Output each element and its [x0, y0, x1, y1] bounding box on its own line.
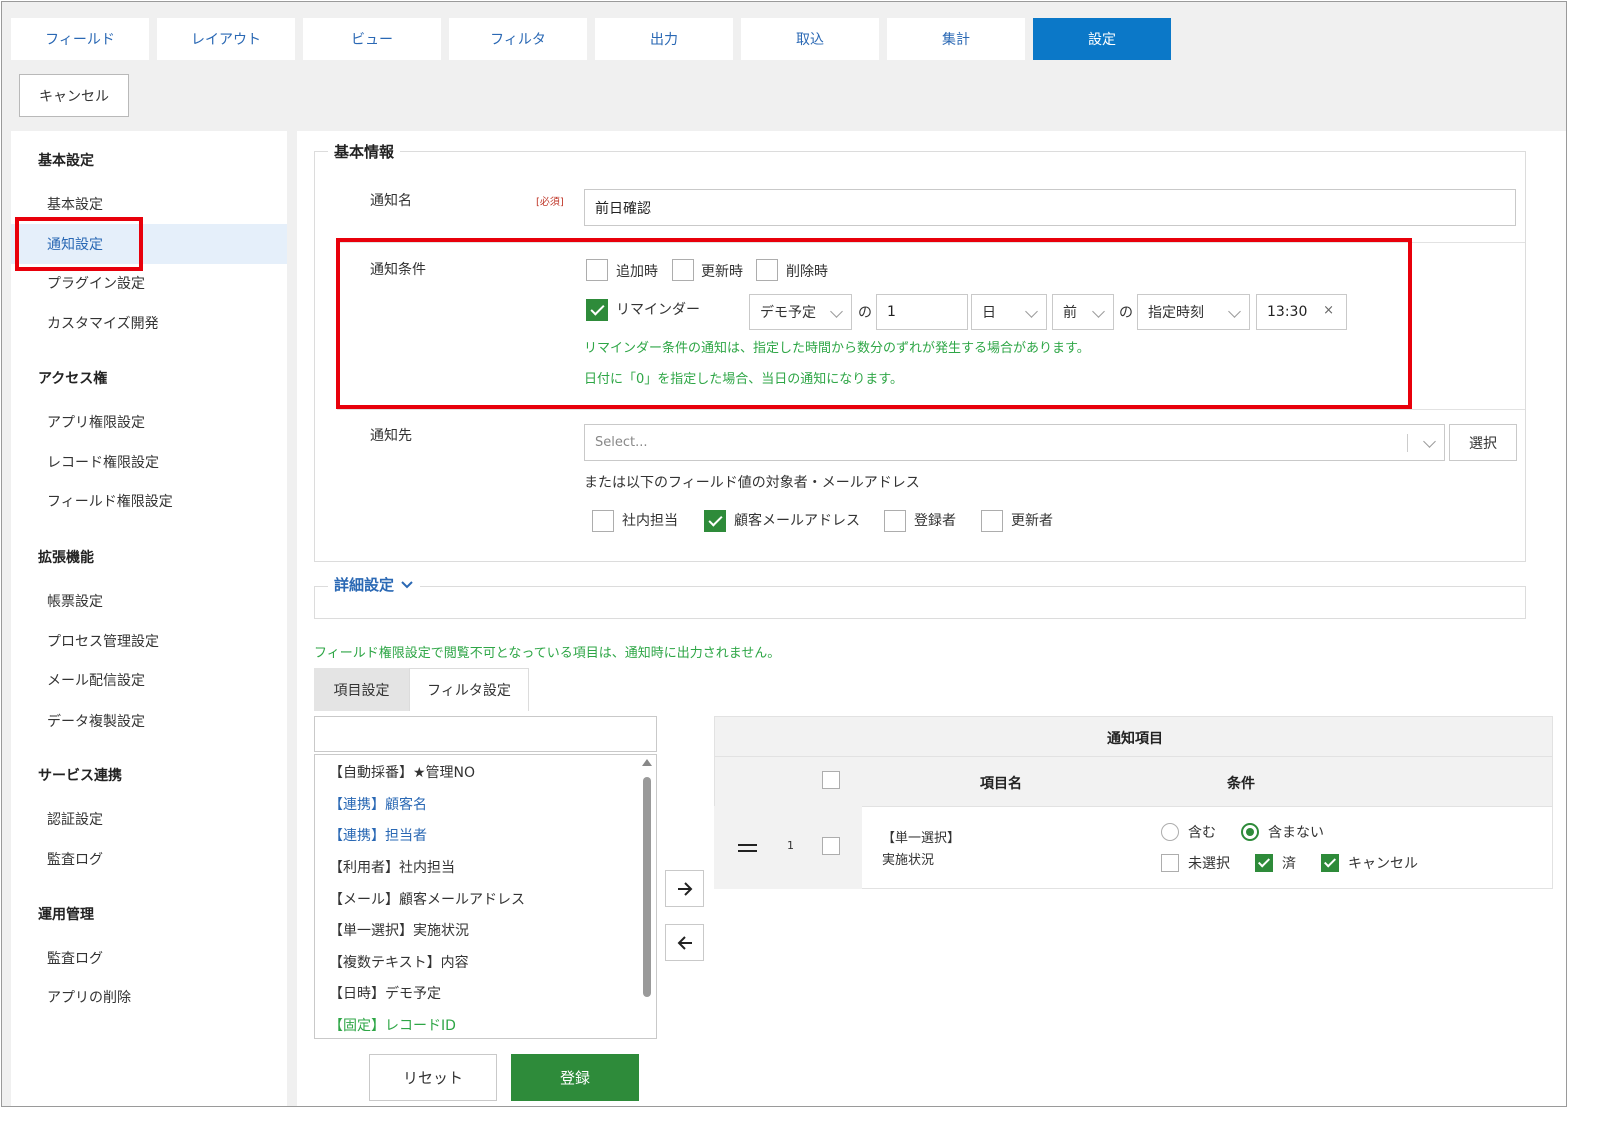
arrow-left-icon — [677, 935, 692, 950]
tab-output[interactable]: 出力 — [595, 18, 733, 60]
sidebar-item-auth[interactable]: 認証設定 — [11, 799, 287, 839]
or-field-text: または以下のフィールド値の対象者・メールアドレス — [584, 475, 920, 491]
field-search-input[interactable] — [314, 716, 657, 752]
sidebar-item-app-perm[interactable]: アプリ権限設定 — [11, 402, 287, 442]
destination-placeholder: Select... — [595, 435, 648, 450]
tab-view[interactable]: ビュー — [303, 18, 441, 60]
highlight-sidebar — [15, 217, 143, 271]
basic-info-legend: 基本情報 — [328, 141, 401, 162]
sidebar-item-delete-app[interactable]: アプリの削除 — [11, 977, 287, 1017]
row-number: 1 — [787, 839, 794, 852]
select-button[interactable]: 選択 — [1449, 424, 1517, 461]
dest-updater-label: 更新者 — [1011, 513, 1053, 529]
sidebar-item-record-perm[interactable]: レコード権限設定 — [11, 442, 287, 482]
dest-updater-checkbox[interactable] — [981, 510, 1003, 532]
detail-legend-text: 詳細設定 — [334, 576, 395, 594]
drag-handle-icon[interactable] — [738, 850, 757, 852]
destination-select[interactable]: Select... — [584, 424, 1445, 461]
dest-creator-checkbox[interactable] — [884, 510, 906, 532]
sidebar-item-audit-log-2[interactable]: 監査ログ — [11, 938, 287, 978]
list-item[interactable]: 【連携】担当者 — [329, 825, 427, 845]
sidebar-item-audit-log[interactable]: 監査ログ — [11, 839, 287, 879]
tab-import[interactable]: 取込 — [741, 18, 879, 60]
opt-unselected-label: 未選択 — [1188, 856, 1230, 872]
subtab-filter[interactable]: フィルタ設定 — [409, 668, 529, 711]
subtab-items[interactable]: 項目設定 — [314, 668, 409, 711]
detail-settings-toggle[interactable]: 詳細設定 — [328, 574, 421, 595]
sidebar-item-field-perm[interactable]: フィールド権限設定 — [11, 481, 287, 521]
sidebar-item-mail[interactable]: メール配信設定 — [11, 660, 287, 700]
radio-include-label: 含む — [1188, 825, 1216, 841]
tab-aggregate[interactable]: 集計 — [887, 18, 1025, 60]
scrollbar-thumb[interactable] — [643, 777, 651, 997]
sidebar: 基本設定 基本設定 通知設定 プラグイン設定 カスタマイズ開発 アクセス権 アプ… — [11, 131, 287, 1106]
row-field-type: 【単一選択】 — [882, 831, 961, 846]
sidebar-section-service: サービス連携 — [38, 768, 122, 784]
dest-creator-label: 登録者 — [914, 513, 956, 529]
list-item[interactable]: 【メール】顧客メールアドレス — [329, 889, 525, 909]
select-divider — [1407, 434, 1408, 452]
list-item[interactable]: 【自動採番】★管理NO — [329, 762, 475, 782]
arrow-right-icon — [677, 881, 692, 896]
radio-exclude[interactable] — [1241, 823, 1259, 841]
scroll-up-icon[interactable] — [642, 759, 652, 766]
cancel-button[interactable]: キャンセル — [19, 74, 129, 117]
notify-name-input[interactable]: 前日確認 — [584, 189, 1516, 226]
sidebar-section-operation: 運用管理 — [38, 907, 94, 923]
list-item[interactable]: 【連携】顧客名 — [329, 794, 427, 814]
col-header-name: 項目名 — [980, 776, 1022, 792]
app-window: フィールド レイアウト ビュー フィルタ 出力 取込 集計 設定 キャンセル 基… — [1, 1, 1567, 1107]
radio-exclude-label: 含まない — [1268, 825, 1324, 841]
chevron-down-icon — [401, 580, 413, 588]
row-checkbox[interactable] — [822, 837, 840, 855]
notify-name-label: 通知名 — [370, 193, 412, 209]
tab-layout[interactable]: レイアウト — [157, 18, 295, 60]
destination-label: 通知先 — [370, 428, 412, 444]
row-field-name: 実施状況 — [882, 853, 935, 868]
list-item[interactable]: 【固定】レコードID — [329, 1015, 456, 1035]
col-header-condition: 条件 — [1227, 776, 1255, 792]
dest-staff-checkbox[interactable] — [592, 510, 614, 532]
sidebar-section-extension: 拡張機能 — [38, 550, 94, 566]
divider — [714, 756, 1553, 757]
list-item[interactable]: 【単一選択】実施状況 — [329, 920, 469, 940]
drag-handle-icon[interactable] — [738, 844, 757, 846]
chevron-down-icon — [1423, 435, 1436, 448]
list-item[interactable]: 【利用者】社内担当 — [329, 857, 455, 877]
dest-customer-mail-checkbox[interactable] — [704, 510, 726, 532]
notify-items-title: 通知項目 — [1107, 731, 1163, 747]
dest-staff-label: 社内担当 — [622, 513, 678, 529]
field-listbox[interactable]: 【自動採番】★管理NO 【連携】顧客名 【連携】担当者 【利用者】社内担当 【メ… — [314, 754, 657, 1039]
radio-include[interactable] — [1161, 823, 1179, 841]
dest-customer-mail-label: 顧客メールアドレス — [734, 513, 860, 529]
tab-field[interactable]: フィールド — [11, 18, 149, 60]
sidebar-section-basic: 基本設定 — [38, 153, 94, 169]
opt-done-label: 済 — [1282, 856, 1296, 872]
list-item[interactable]: 【日時】デモ予定 — [329, 983, 441, 1003]
tab-settings[interactable]: 設定 — [1033, 18, 1171, 60]
move-right-button[interactable] — [665, 870, 704, 907]
opt-cancel-checkbox[interactable] — [1321, 854, 1339, 872]
register-button[interactable]: 登録 — [511, 1054, 639, 1101]
tab-filter[interactable]: フィルタ — [449, 18, 587, 60]
move-left-button[interactable] — [665, 924, 704, 961]
required-mark: [必須] — [536, 197, 564, 208]
sidebar-item-process[interactable]: プロセス管理設定 — [11, 621, 287, 661]
reset-button[interactable]: リセット — [369, 1054, 497, 1101]
opt-cancel-label: キャンセル — [1348, 856, 1418, 872]
opt-unselected-checkbox[interactable] — [1161, 854, 1179, 872]
opt-done-checkbox[interactable] — [1255, 854, 1273, 872]
sidebar-item-copy[interactable]: データ複製設定 — [11, 701, 287, 741]
sidebar-item-customize[interactable]: カスタマイズ開発 — [11, 303, 287, 343]
sidebar-section-access: アクセス権 — [38, 371, 108, 387]
divider — [337, 409, 1525, 410]
select-all-checkbox[interactable] — [822, 771, 840, 789]
sidebar-item-form[interactable]: 帳票設定 — [11, 581, 287, 621]
field-permission-note: フィールド権限設定で閲覧不可となっている項目は、通知時に出力されません。 — [314, 646, 781, 661]
highlight-condition — [336, 238, 1412, 409]
detail-group — [314, 586, 1526, 619]
list-item[interactable]: 【複数テキスト】内容 — [329, 952, 469, 972]
